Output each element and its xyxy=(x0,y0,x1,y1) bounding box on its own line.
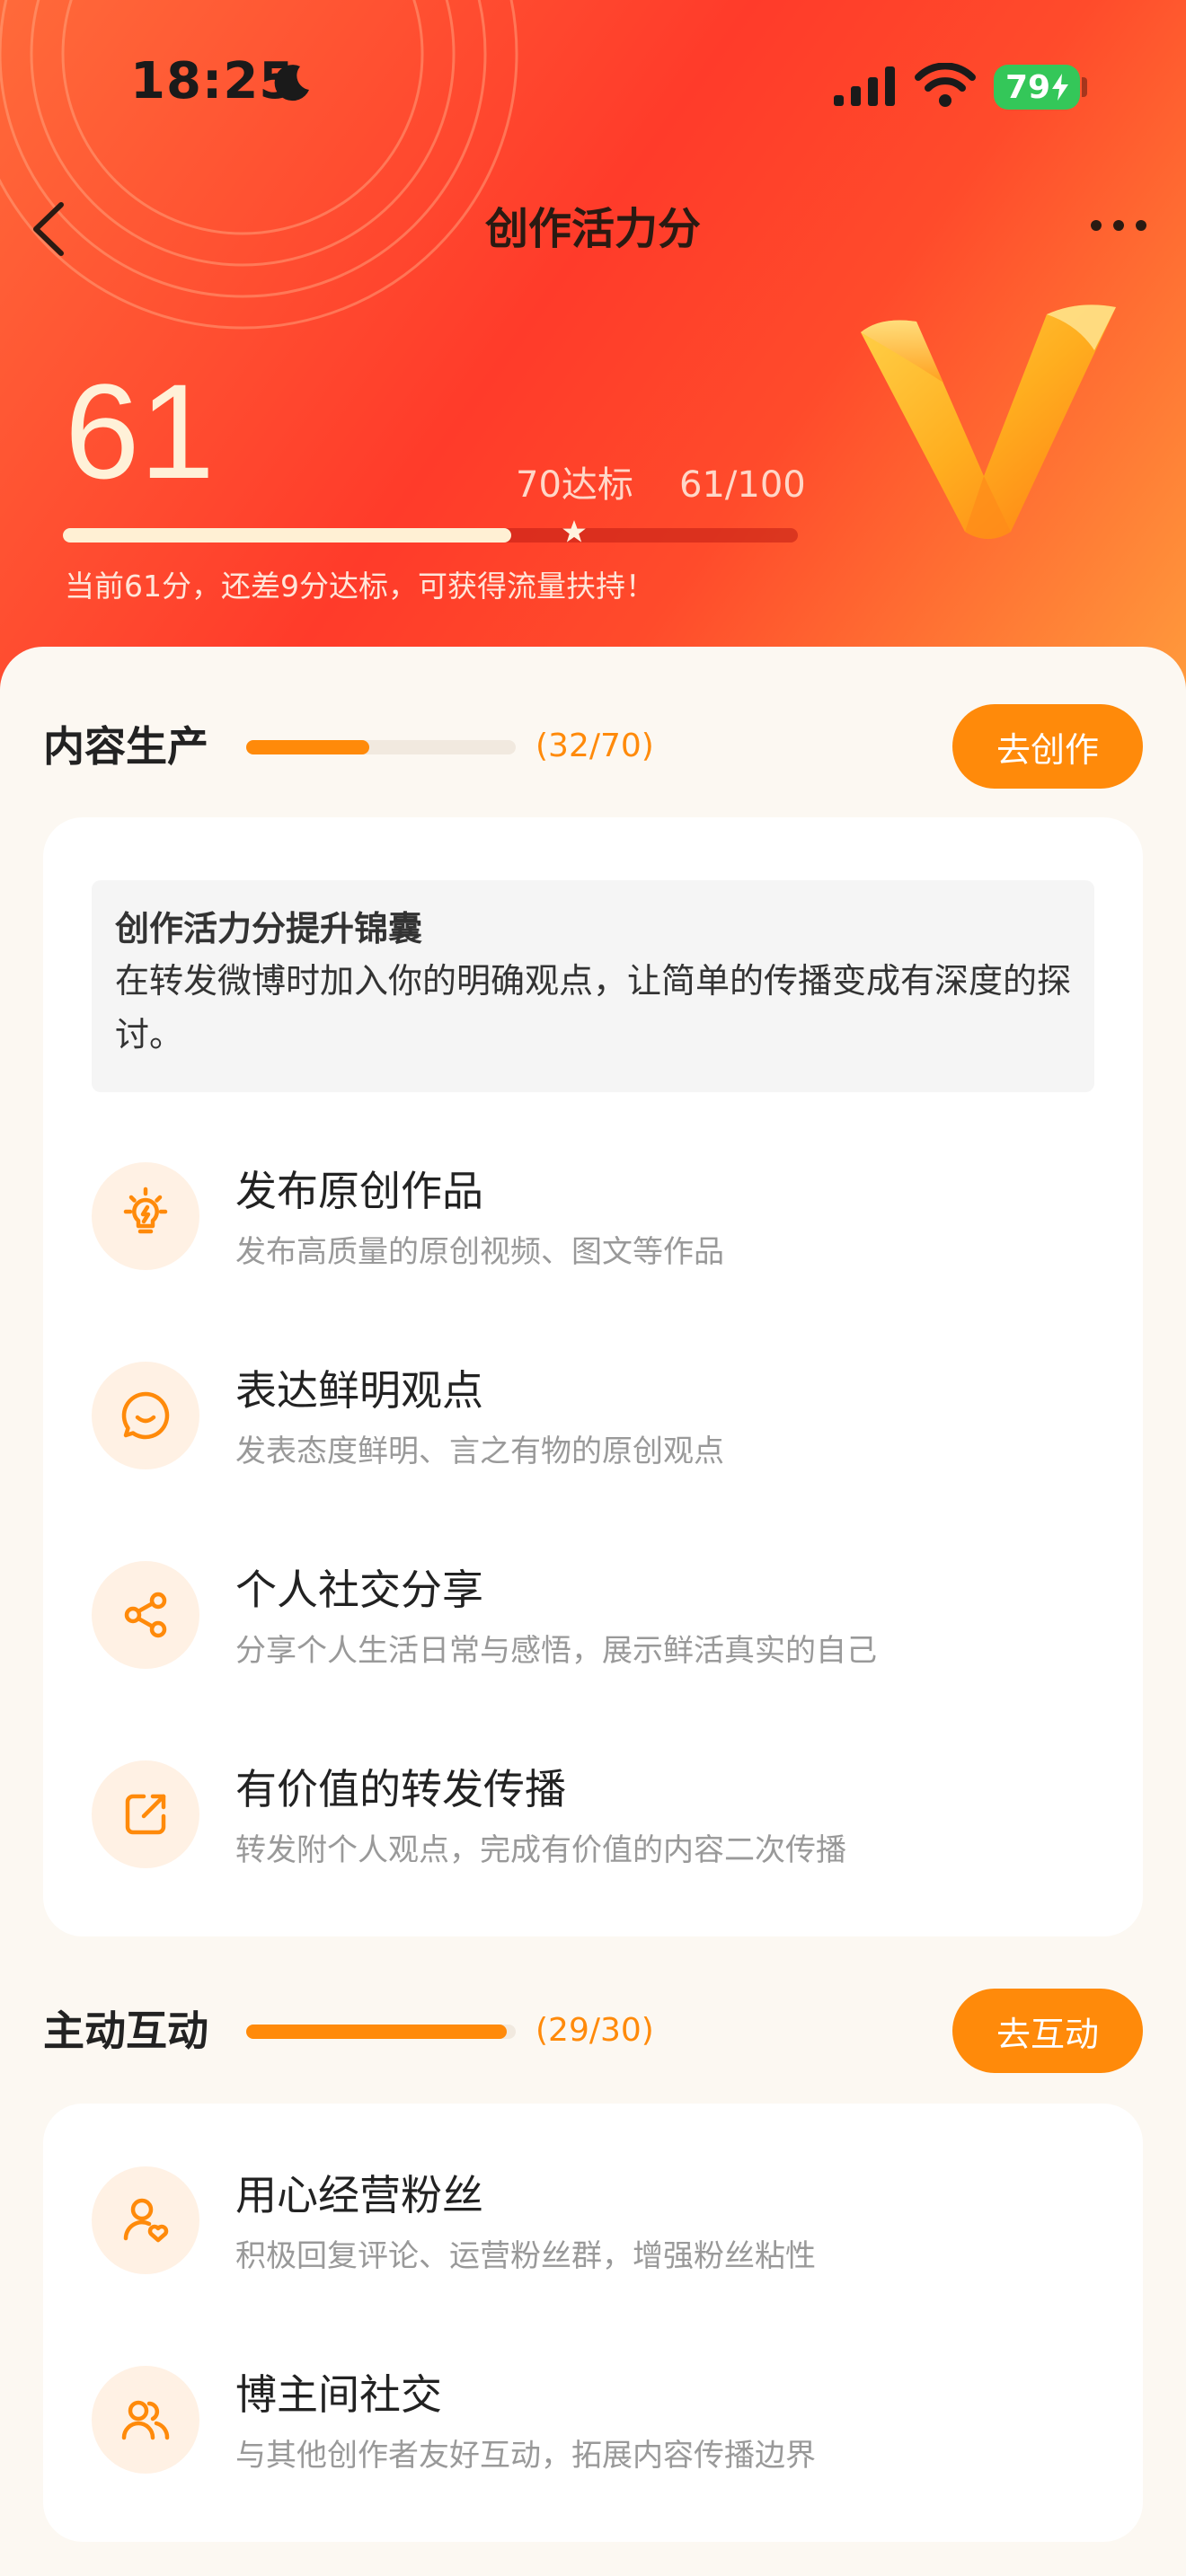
list-item-original-works[interactable]: 发布原创作品 发布高质量的原创视频、图文等作品 xyxy=(92,1162,1094,1279)
item-desc: 发布高质量的原创视频、图文等作品 xyxy=(235,1234,724,1270)
section-title-active-interaction: 主动互动 xyxy=(43,2007,208,2055)
list-item-social-sharing[interactable]: 个人社交分享 分享个人生活日常与感悟，展示鲜活真实的自己 xyxy=(92,1561,1094,1678)
content-production-progress-track xyxy=(246,740,516,754)
hero-header: 18:25 79 创作活力分 61 70达标 61/100 当前61分，还差9分… xyxy=(0,0,1186,701)
active-interaction-progress-fill xyxy=(246,2025,508,2039)
tip-title: 创作活力分提升锦囊 xyxy=(115,909,423,948)
battery-level: 79 xyxy=(1005,68,1051,106)
battery-indicator: 79 xyxy=(994,65,1080,110)
activity-score: 61 xyxy=(65,356,215,507)
active-interaction-card: 用心经营粉丝 积极回复评论、运营粉丝群，增强粉丝粘性 博主间社交 与其他创作者友… xyxy=(43,2104,1143,2542)
item-title: 博主间社交 xyxy=(235,2370,442,2419)
go-create-button[interactable]: 去创作 xyxy=(952,704,1143,789)
item-desc: 积极回复评论、运营粉丝群，增强粉丝粘性 xyxy=(235,2238,816,2274)
cellular-signal-icon xyxy=(834,66,895,106)
item-desc: 与其他创作者友好互动，拓展内容传播边界 xyxy=(235,2438,816,2474)
status-time: 18:25 xyxy=(130,52,296,110)
battery-tip xyxy=(1082,77,1087,97)
item-title: 表达鲜明观点 xyxy=(235,1366,483,1415)
list-item-blogger-social[interactable]: 博主间社交 与其他创作者友好互动，拓展内容传播边界 xyxy=(92,2366,1094,2483)
item-desc: 发表态度鲜明、言之有物的原创观点 xyxy=(235,1434,724,1469)
status-bar: 18:25 79 xyxy=(0,0,1186,171)
more-options-icon[interactable] xyxy=(1087,212,1150,239)
list-item-manage-fans[interactable]: 用心经营粉丝 积极回复评论、运营粉丝群，增强粉丝粘性 xyxy=(92,2166,1094,2283)
users-icon xyxy=(92,2366,199,2474)
item-title: 有价值的转发传播 xyxy=(235,1765,566,1813)
tip-text: 在转发微博时加入你的明确观点，让简单的传播变成有深度的探讨。 xyxy=(115,961,1072,1054)
moon-icon xyxy=(274,65,309,101)
goal-label: 70达标 xyxy=(516,464,633,506)
page-title: 创作活力分 xyxy=(484,204,701,254)
content-panel: 内容生产 (32/70) 去创作 创作活力分提升锦囊 在转发微博时加入你的明确观… xyxy=(0,647,1186,2576)
v-badge-icon xyxy=(861,304,1116,539)
score-progress-track xyxy=(63,528,798,543)
share-icon xyxy=(92,1561,199,1669)
goal-star-icon xyxy=(562,520,586,543)
list-item-valuable-repost[interactable]: 有价值的转发传播 转发附个人观点，完成有价值的内容二次传播 xyxy=(92,1760,1094,1877)
tip-box: 创作活力分提升锦囊 在转发微博时加入你的明确观点，让简单的传播变成有深度的探讨。 xyxy=(92,880,1094,1092)
section-title-content-production: 内容生产 xyxy=(43,722,208,771)
active-interaction-count: (29/30) xyxy=(535,2012,654,2049)
wifi-icon xyxy=(915,63,976,107)
forward-icon xyxy=(92,1760,199,1868)
lightbulb-icon xyxy=(92,1162,199,1270)
charging-bolt-icon xyxy=(1052,74,1069,101)
content-production-progress-fill xyxy=(246,740,370,754)
active-interaction-progress-track xyxy=(246,2025,516,2039)
score-ratio: 61/100 xyxy=(679,464,806,506)
score-progress-fill xyxy=(63,528,511,543)
smile-chat-icon xyxy=(92,1362,199,1469)
user-heart-icon xyxy=(92,2166,199,2274)
list-item-express-views[interactable]: 表达鲜明观点 发表态度鲜明、言之有物的原创观点 xyxy=(92,1362,1094,1478)
item-title: 个人社交分享 xyxy=(235,1566,483,1614)
item-title: 发布原创作品 xyxy=(235,1167,483,1215)
go-interact-button[interactable]: 去互动 xyxy=(952,1989,1143,2073)
item-desc: 转发附个人观点，完成有价值的内容二次传播 xyxy=(235,1832,846,1868)
content-production-count: (32/70) xyxy=(535,728,654,764)
item-desc: 分享个人生活日常与感悟，展示鲜活真实的自己 xyxy=(235,1633,877,1669)
item-title: 用心经营粉丝 xyxy=(235,2171,483,2219)
content-production-card: 创作活力分提升锦囊 在转发微博时加入你的明确观点，让简单的传播变成有深度的探讨。… xyxy=(43,817,1143,1936)
score-hint: 当前61分，还差9分达标，可获得流量扶持！ xyxy=(65,569,655,604)
